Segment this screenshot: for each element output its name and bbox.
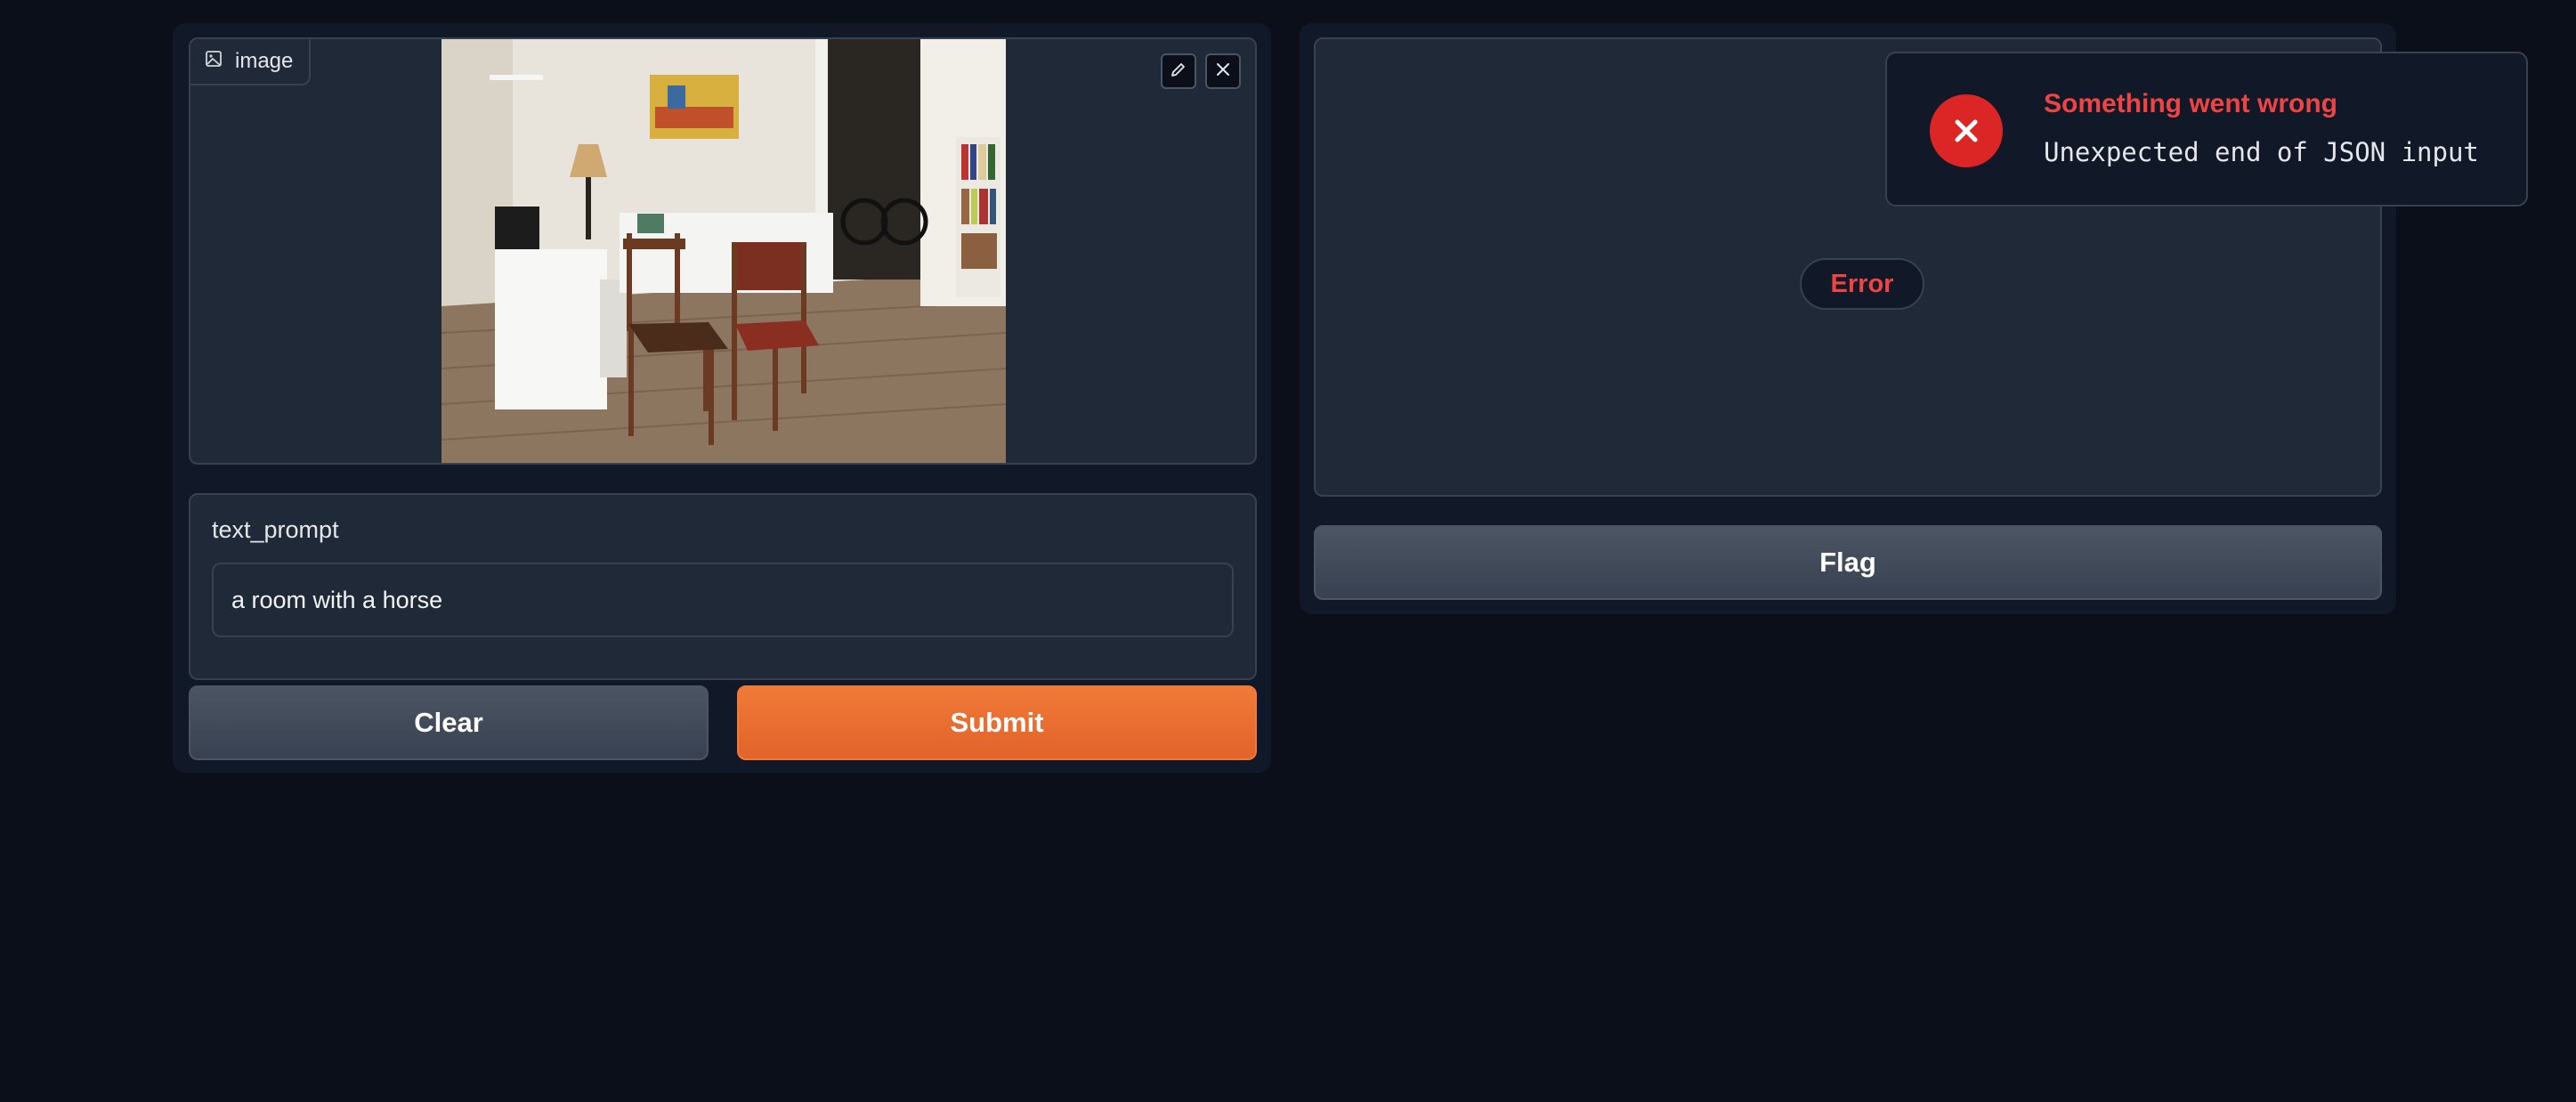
close-icon — [1214, 61, 1232, 83]
text-prompt-label: text_prompt — [212, 516, 339, 543]
flag-button[interactable]: Flag — [1314, 525, 2382, 600]
image-label-badge: image — [190, 39, 312, 85]
uploaded-image — [441, 39, 1006, 463]
text-prompt-input[interactable] — [212, 563, 1234, 637]
toast-message: Unexpected end of JSON input — [2044, 137, 2479, 167]
error-status-badge: Error — [1800, 258, 1924, 310]
error-toast[interactable]: Something went wrong Unexpected end of J… — [1885, 52, 2528, 207]
pencil-icon — [1170, 61, 1187, 83]
image-label: image — [235, 49, 294, 73]
image-icon — [205, 49, 223, 74]
remove-image-button[interactable] — [1205, 53, 1241, 89]
text-prompt-block: text_prompt — [189, 493, 1257, 680]
image-input[interactable]: image — [189, 37, 1257, 465]
input-panel: image text_prompt a room with a horse Cl… — [173, 23, 1271, 773]
toast-title: Something went wrong — [2044, 89, 2337, 118]
edit-image-button[interactable] — [1161, 53, 1196, 89]
clear-button[interactable]: Clear — [189, 685, 709, 760]
submit-button[interactable]: Submit — [737, 685, 1257, 760]
error-x-icon — [1930, 94, 2003, 167]
